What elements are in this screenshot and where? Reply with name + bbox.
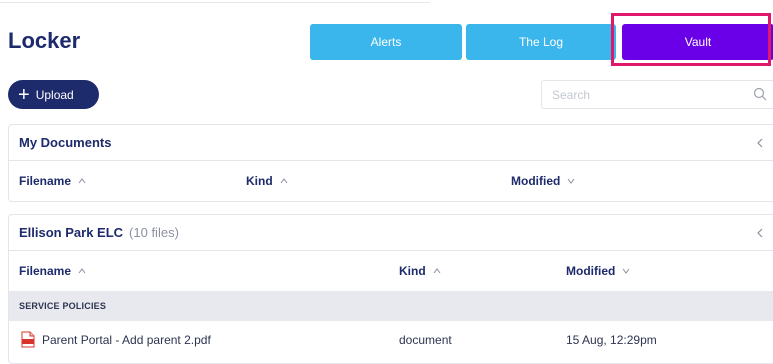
modified-column-header[interactable]: Modified	[566, 264, 630, 278]
chevron-down-icon	[622, 268, 630, 274]
chevron-up-icon	[280, 178, 288, 184]
search-icon[interactable]	[753, 87, 767, 101]
my-documents-header[interactable]: My Documents	[9, 125, 773, 161]
tab-vault[interactable]: Vault	[622, 24, 773, 60]
file-modified: 15 Aug, 12:29pm	[566, 333, 657, 347]
tab-the-log[interactable]: The Log	[466, 24, 616, 60]
filename-column-header[interactable]: Filename	[19, 264, 86, 278]
column-label: Filename	[19, 264, 72, 278]
column-label: Filename	[19, 174, 72, 188]
ellison-park-panel: Ellison Park ELC (10 files) Filename Kin…	[8, 214, 773, 364]
chevron-down-icon	[567, 178, 575, 184]
kind-column-header[interactable]: Kind	[246, 174, 288, 188]
modified-column-header[interactable]: Modified	[511, 174, 575, 188]
chevron-left-icon[interactable]	[756, 228, 764, 238]
search-input[interactable]	[550, 81, 734, 109]
search-box	[541, 80, 773, 109]
ellison-park-header[interactable]: Ellison Park ELC (10 files)	[9, 215, 773, 251]
section-header-service-policies: SERVICE POLICIES	[9, 291, 773, 321]
kind-column-header[interactable]: Kind	[399, 264, 441, 278]
chevron-left-icon[interactable]	[756, 138, 764, 148]
plus-icon: +	[18, 83, 30, 106]
top-divider	[0, 2, 430, 3]
upload-button[interactable]: + Upload	[8, 80, 99, 109]
panel-title: Ellison Park ELC	[19, 225, 124, 240]
panel-title: My Documents	[19, 135, 112, 150]
my-documents-panel: My Documents Filename Kind Modified	[8, 124, 773, 202]
chevron-up-icon	[433, 268, 441, 274]
table-row[interactable]: Parent Portal - Add parent 2.pdf documen…	[9, 321, 773, 359]
column-label: Modified	[566, 264, 616, 278]
column-header-row: Filename Kind Modified	[9, 251, 773, 291]
chevron-up-icon	[78, 268, 86, 274]
file-kind: document	[399, 333, 452, 347]
upload-label: Upload	[35, 87, 74, 102]
tab-alerts[interactable]: Alerts	[310, 24, 462, 60]
page-title: Locker	[8, 28, 81, 53]
column-label: Modified	[511, 174, 561, 188]
file-name[interactable]: Parent Portal - Add parent 2.pdf	[42, 333, 211, 347]
column-label: Kind	[246, 174, 273, 188]
chevron-up-icon	[78, 178, 86, 184]
column-label: Kind	[399, 264, 426, 278]
file-count: (10 files)	[129, 225, 179, 240]
column-header-row: Filename Kind Modified	[9, 161, 773, 201]
pdf-icon	[21, 331, 35, 348]
filename-column-header[interactable]: Filename	[19, 174, 86, 188]
